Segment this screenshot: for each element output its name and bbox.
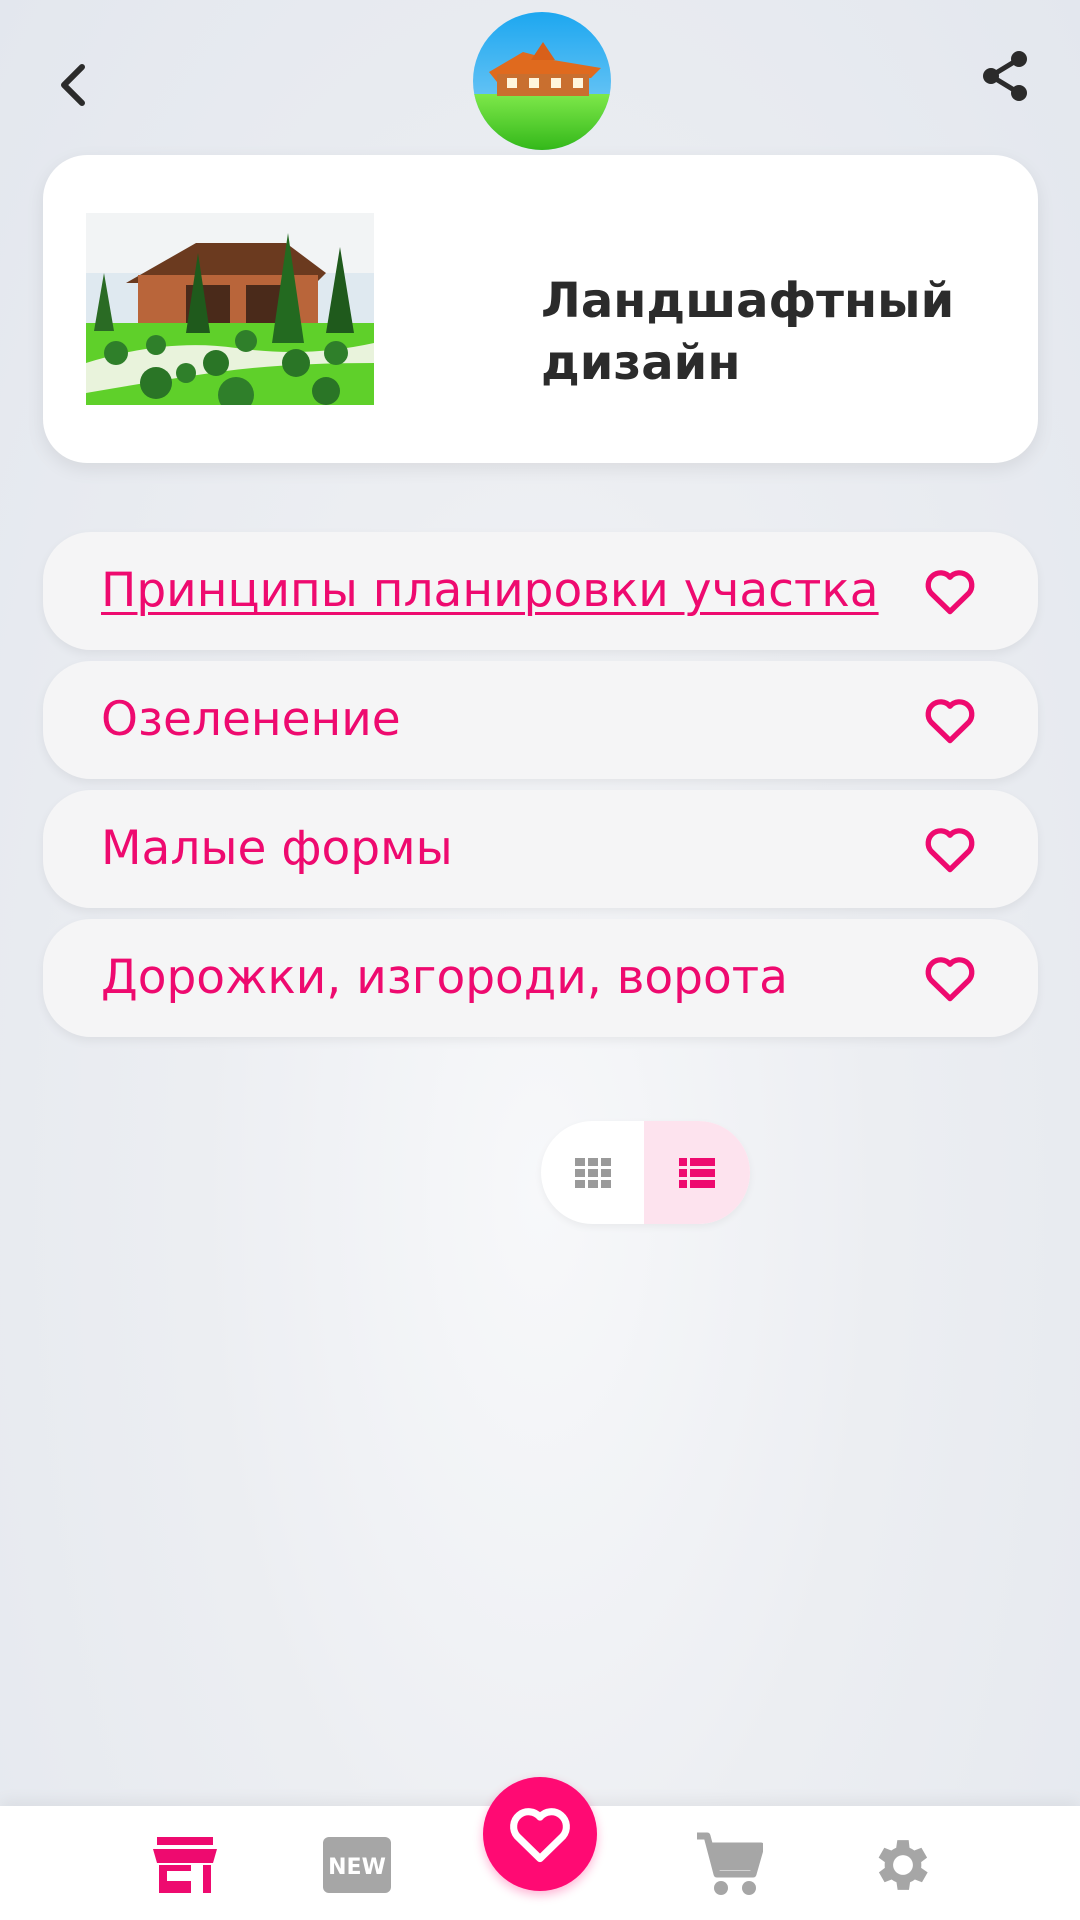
grid-view-button[interactable]	[541, 1121, 644, 1224]
subcategory-list: Принципы планировки участка Озеленение М…	[43, 532, 1038, 1048]
list-item[interactable]: Озеленение	[43, 661, 1038, 779]
top-bar	[0, 0, 1080, 160]
share-button[interactable]	[978, 46, 1032, 106]
nav-cart[interactable]	[694, 1830, 764, 1900]
heart-outline-icon[interactable]	[921, 691, 979, 749]
list-item-label[interactable]: Малые формы	[101, 790, 453, 908]
house-logo	[473, 12, 611, 150]
back-button[interactable]	[48, 60, 98, 110]
garden-photo	[86, 213, 374, 405]
chevron-left-icon	[61, 64, 85, 106]
list-view-button[interactable]	[644, 1121, 750, 1224]
new-icon: NEW	[323, 1837, 391, 1893]
cart-icon	[697, 1832, 763, 1895]
heart-outline-icon[interactable]	[921, 949, 979, 1007]
view-mode-toggle	[541, 1121, 750, 1224]
new-badge-text: NEW	[328, 1855, 386, 1880]
list-item-label[interactable]: Озеленение	[101, 661, 401, 779]
list-icon	[679, 1157, 715, 1188]
gear-icon	[878, 1840, 928, 1890]
nav-new[interactable]: NEW	[322, 1830, 392, 1900]
list-item[interactable]: Принципы планировки участка	[43, 532, 1038, 650]
nav-settings[interactable]	[868, 1830, 938, 1900]
list-item-label[interactable]: Принципы планировки участка	[101, 532, 879, 650]
list-item-label[interactable]: Дорожки, изгороди, ворота	[101, 919, 788, 1037]
list-item[interactable]: Дорожки, изгороди, ворота	[43, 919, 1038, 1037]
favorites-fab[interactable]	[483, 1777, 597, 1891]
heart-icon	[510, 1808, 570, 1863]
nav-store[interactable]	[150, 1830, 220, 1900]
heart-outline-icon[interactable]	[921, 820, 979, 878]
category-header-card: Ландшафтный дизайн	[43, 155, 1038, 463]
heart-outline-icon[interactable]	[921, 562, 979, 620]
category-title: Ландшафтный дизайн	[541, 273, 955, 391]
share-icon	[983, 51, 1027, 101]
store-icon	[153, 1837, 217, 1893]
grid-icon	[574, 1157, 611, 1188]
list-item[interactable]: Малые формы	[43, 790, 1038, 908]
